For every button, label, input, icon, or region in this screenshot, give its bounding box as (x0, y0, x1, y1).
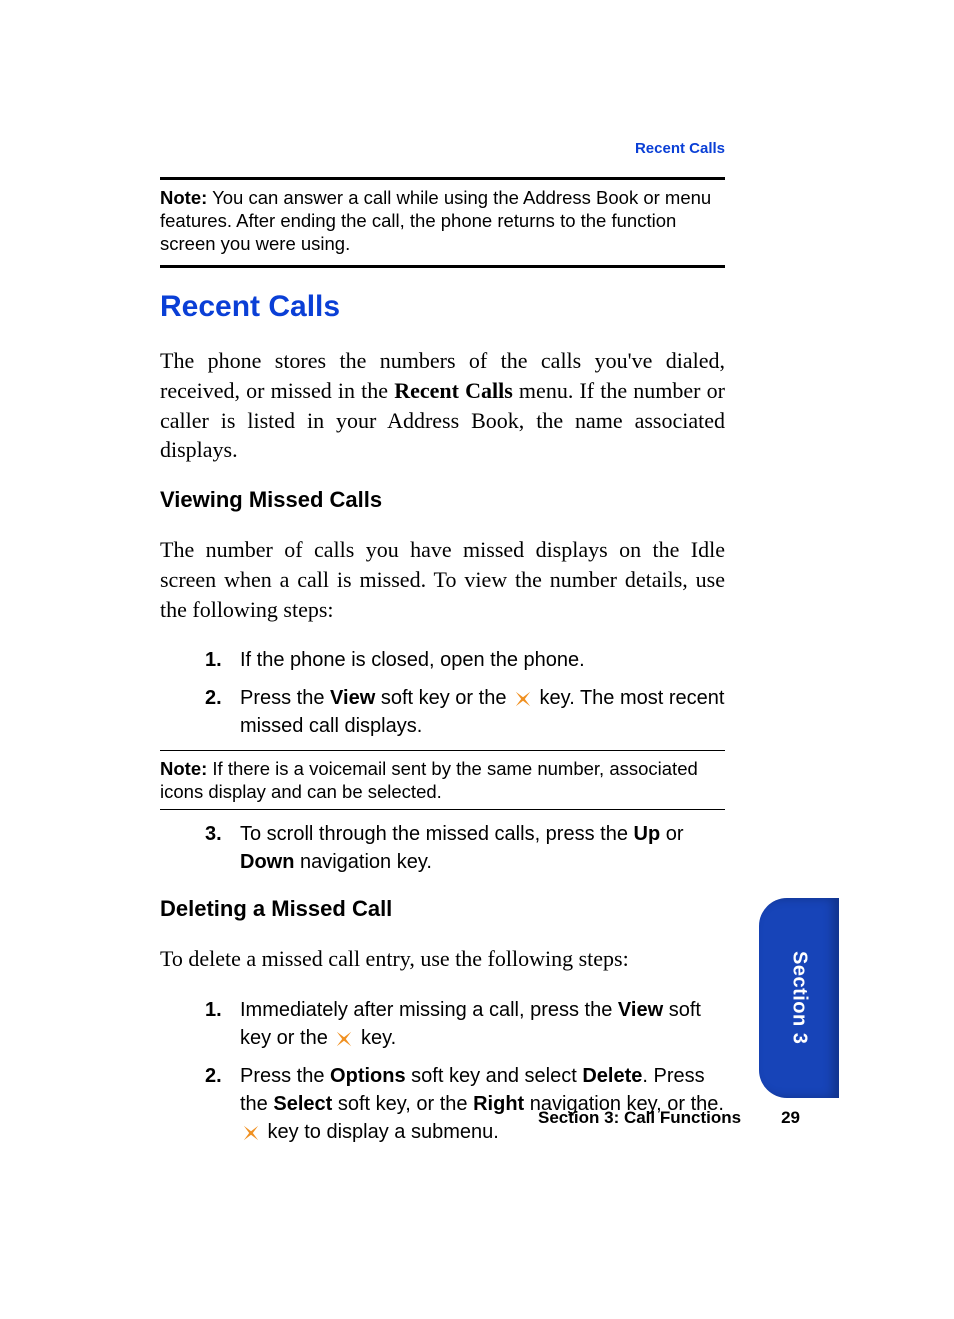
step-item: If the phone is closed, open the phone. (160, 646, 725, 674)
note-mid: Note: If there is a voicemail sent by th… (160, 757, 725, 803)
footer-section: Section 3: Call Functions (538, 1108, 741, 1127)
section-title: Recent Calls (160, 290, 725, 324)
step-item: Immediately after missing a call, press … (160, 996, 725, 1052)
note-label: Note: (160, 187, 207, 208)
steps-list-2: To scroll through the missed calls, pres… (160, 820, 725, 876)
step-item: To scroll through the missed calls, pres… (160, 820, 725, 876)
note-label: Note: (160, 758, 207, 779)
page-content: Recent Calls Note: You can answer a call… (160, 140, 725, 1156)
viewing-intro: The number of calls you have missed disp… (160, 535, 725, 624)
note-text: If there is a voicemail sent by the same… (160, 758, 698, 802)
note-top: Note: You can answer a call while using … (160, 186, 725, 255)
subhead-deleting: Deleting a Missed Call (160, 896, 725, 922)
section-tab: Section 3 (759, 898, 839, 1098)
subhead-viewing: Viewing Missed Calls (160, 487, 725, 513)
deleting-intro: To delete a missed call entry, use the f… (160, 944, 725, 974)
nav-x-icon (514, 690, 532, 708)
rule (160, 809, 725, 810)
rule (160, 177, 725, 180)
section-intro: The phone stores the numbers of the call… (160, 346, 725, 465)
footer-page-number: 29 (781, 1108, 800, 1127)
step-item: Press the View soft key or the key. The … (160, 684, 725, 740)
page-footer: Section 3: Call Functions 29 (160, 1108, 800, 1128)
rule (160, 750, 725, 751)
nav-x-icon (335, 1030, 353, 1048)
step-item: Press the Options soft key and select De… (160, 1062, 725, 1146)
steps-list-1: If the phone is closed, open the phone. … (160, 646, 725, 740)
note-text: You can answer a call while using the Ad… (160, 187, 711, 254)
rule (160, 265, 725, 268)
section-tab-label: Section 3 (788, 951, 811, 1044)
header-breadcrumb: Recent Calls (160, 140, 725, 157)
